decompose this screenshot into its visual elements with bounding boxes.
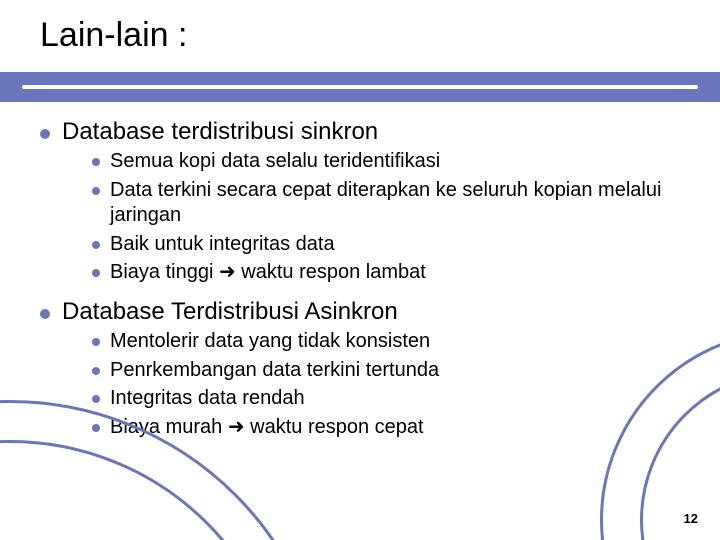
- list-item: Baik untuk integritas data: [92, 232, 690, 258]
- title-area: Lain-lain :: [0, 0, 720, 72]
- list-item: Mentolerir data yang tidak konsisten: [92, 329, 690, 355]
- accent-band-line: [22, 85, 698, 89]
- list-item: Data terkini secara cepat diterapkan ke …: [92, 178, 690, 229]
- list-item: Biaya murah ➜ waktu respon cepat: [92, 415, 690, 441]
- bullet-icon: [92, 367, 100, 375]
- bullet-icon: [92, 241, 100, 249]
- bullet-icon: [40, 129, 50, 139]
- list-item-text: Mentolerir data yang tidak konsisten: [110, 329, 430, 355]
- list-item: Semua kopi data selalu teridentifikasi: [92, 149, 690, 175]
- bullet-icon: [92, 158, 100, 166]
- list-item-text: Integritas data rendah: [110, 386, 305, 412]
- list-item-text: Data terkini secara cepat diterapkan ke …: [110, 178, 690, 229]
- bullet-icon: [92, 395, 100, 403]
- list-item-text: Baik untuk integritas data: [110, 232, 335, 258]
- list-item-text: Biaya tinggi ➜ waktu respon lambat: [110, 260, 426, 286]
- section-heading: Database Terdistribusi Asinkron: [40, 298, 690, 326]
- bullet-icon: [92, 269, 100, 277]
- section-heading-text: Database Terdistribusi Asinkron: [62, 298, 398, 326]
- slide-number: 12: [684, 511, 698, 526]
- list-item-text: Penrkembangan data terkini tertunda: [110, 358, 439, 384]
- bullet-icon: [92, 187, 100, 195]
- list-item: Penrkembangan data terkini tertunda: [92, 358, 690, 384]
- section-heading-text: Database terdistribusi sinkron: [62, 118, 378, 146]
- bullet-icon: [92, 338, 100, 346]
- slide: Lain-lain : Database terdistribusi sinkr…: [0, 0, 720, 540]
- list-item-text: Semua kopi data selalu teridentifikasi: [110, 149, 440, 175]
- list-item: Biaya tinggi ➜ waktu respon lambat: [92, 260, 690, 286]
- section-heading: Database terdistribusi sinkron: [40, 118, 690, 146]
- bullet-icon: [40, 309, 50, 319]
- list-item: Integritas data rendah: [92, 386, 690, 412]
- slide-title: Lain-lain :: [40, 16, 187, 55]
